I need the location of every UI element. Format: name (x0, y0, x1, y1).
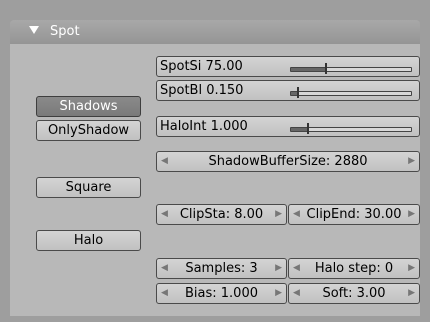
arrow-right-icon[interactable]: ▶ (408, 152, 415, 171)
spot-size-slider[interactable]: SpotSi 75.00 (156, 56, 420, 77)
halo-intensity-track[interactable] (290, 123, 412, 134)
clip-end-field[interactable]: ◀ ClipEnd: 30.00 ▶ (288, 204, 420, 225)
square-toggle[interactable]: Square (36, 177, 141, 198)
arrow-right-icon[interactable]: ▶ (275, 205, 282, 224)
arrow-left-icon[interactable]: ◀ (161, 152, 168, 171)
bias-field[interactable]: ◀ Bias: 1.000 ▶ (156, 283, 287, 304)
panel-body: Shadows OnlyShadow Square Halo SpotSi 75… (10, 44, 420, 316)
panel-header[interactable]: Spot (10, 20, 420, 44)
halo-intensity-slider[interactable]: HaloInt 1.000 (156, 116, 420, 137)
halo-intensity-label: HaloInt 1.000 (160, 119, 248, 134)
shadows-toggle[interactable]: Shadows (36, 96, 141, 117)
clip-start-field[interactable]: ◀ ClipSta: 8.00 ▶ (156, 204, 287, 225)
halo-intensity-fill (291, 128, 308, 131)
spot-blend-slider[interactable]: SpotBl 0.150 (156, 80, 420, 101)
shadow-buffer-size-label: ShadowBufferSize: 2880 (208, 154, 368, 169)
halo-step-label: Halo step: 0 (314, 261, 394, 276)
arrow-left-icon[interactable]: ◀ (161, 259, 168, 278)
arrow-right-icon[interactable]: ▶ (408, 205, 415, 224)
samples-label: Samples: 3 (185, 261, 258, 276)
arrow-left-icon[interactable]: ◀ (161, 284, 168, 303)
arrow-left-icon[interactable]: ◀ (161, 205, 168, 224)
spot-blend-track[interactable] (290, 87, 412, 98)
shadow-buffer-size-field[interactable]: ◀ ShadowBufferSize: 2880 ▶ (156, 151, 420, 172)
halo-intensity-knob[interactable] (306, 123, 309, 134)
collapse-triangle-icon[interactable] (29, 26, 39, 34)
bias-label: Bias: 1.000 (185, 286, 258, 301)
spot-size-fill (291, 68, 326, 71)
halo-toggle[interactable]: Halo (36, 230, 141, 251)
spot-size-knob[interactable] (324, 63, 327, 74)
spot-size-track[interactable] (290, 63, 412, 74)
samples-field[interactable]: ◀ Samples: 3 ▶ (156, 258, 287, 279)
arrow-left-icon[interactable]: ◀ (293, 259, 300, 278)
spot-blend-knob[interactable] (297, 87, 300, 98)
spot-size-label: SpotSi 75.00 (160, 59, 243, 74)
arrow-right-icon[interactable]: ▶ (275, 284, 282, 303)
clip-start-label: ClipSta: 8.00 (179, 207, 264, 222)
spot-blend-label: SpotBl 0.150 (160, 83, 244, 98)
arrow-left-icon[interactable]: ◀ (293, 284, 300, 303)
only-shadow-toggle[interactable]: OnlyShadow (36, 120, 141, 141)
arrow-left-icon[interactable]: ◀ (293, 205, 300, 224)
clip-end-label: ClipEnd: 30.00 (306, 207, 402, 222)
arrow-right-icon[interactable]: ▶ (275, 259, 282, 278)
halo-step-field[interactable]: ◀ Halo step: 0 ▶ (288, 258, 420, 279)
panel-title: Spot (50, 24, 80, 39)
soft-label: Soft: 3.00 (322, 286, 386, 301)
soft-field[interactable]: ◀ Soft: 3.00 ▶ (288, 283, 420, 304)
arrow-right-icon[interactable]: ▶ (408, 259, 415, 278)
arrow-right-icon[interactable]: ▶ (408, 284, 415, 303)
